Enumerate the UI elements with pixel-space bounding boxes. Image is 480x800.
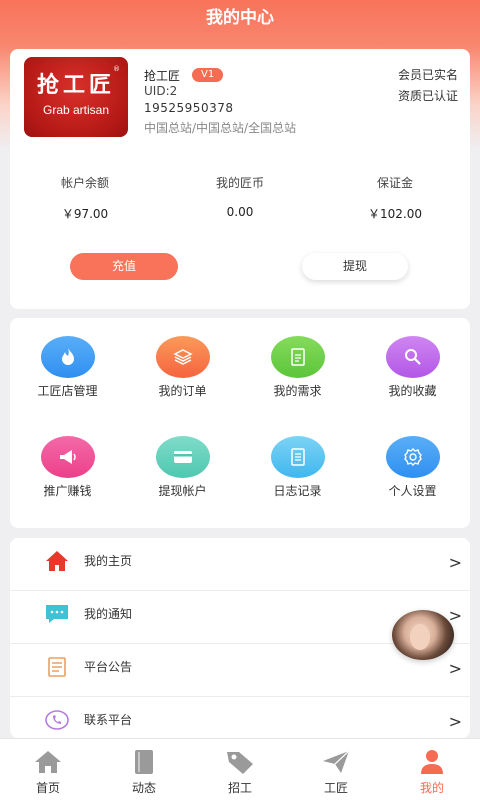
bottom-tab-bar: 首页 动态 招工 工匠 我的 xyxy=(0,738,480,800)
menu-item-label: 联系平台 xyxy=(84,713,133,727)
tab-mine[interactable]: 我的 xyxy=(384,739,480,800)
brand-logo: 抢工匠 ® Grab artisan xyxy=(24,57,128,137)
feature-grid: 工匠店管理 我的订单 我的需求 我的收藏 推广赚钱 提现帐户 日志记录 个人设置 xyxy=(10,318,470,528)
profile-card: 抢工匠 ® Grab artisan 抢工匠 V1 UID:2 19525950… xyxy=(10,49,470,309)
grid-item-label: 推广赚钱 xyxy=(43,484,92,498)
page-title: 我的中心 xyxy=(206,8,274,28)
profile-name: 抢工匠 xyxy=(144,69,181,83)
chevron-right-icon: > xyxy=(448,553,462,572)
menu-item-contact[interactable]: 联系平台 > xyxy=(10,697,470,738)
withdraw-button[interactable]: 提现 xyxy=(302,253,408,280)
chevron-right-icon: > xyxy=(448,606,462,625)
stat-value: ￥97.00 xyxy=(61,207,109,221)
menu-item-label: 平台公告 xyxy=(84,660,133,674)
profile-station: 中国总站/中国总站/全国总站 xyxy=(144,121,297,135)
floating-support-avatar[interactable] xyxy=(392,610,454,660)
grid-item-store-management[interactable]: 工匠店管理 xyxy=(10,336,125,399)
log-icon xyxy=(270,436,325,478)
phone-icon xyxy=(44,707,70,733)
home-icon xyxy=(0,747,96,777)
send-icon xyxy=(288,747,384,777)
tab-hiring[interactable]: 招工 xyxy=(192,739,288,800)
chevron-right-icon: > xyxy=(448,712,462,731)
tab-feed[interactable]: 动态 xyxy=(96,739,192,800)
grid-item-label: 我的订单 xyxy=(158,384,207,398)
notice-icon xyxy=(44,654,70,680)
card-icon xyxy=(155,436,210,478)
grid-item-withdraw-account[interactable]: 提现帐户 xyxy=(125,436,240,499)
grid-item-orders[interactable]: 我的订单 xyxy=(125,336,240,399)
qualification-status: 资质已认证 xyxy=(397,89,458,103)
tab-label: 首页 xyxy=(35,781,60,795)
stat-label: 我的匠币 xyxy=(215,176,264,190)
tag-icon xyxy=(192,747,288,777)
tab-label: 工匠 xyxy=(323,781,348,795)
stat-label: 保证金 xyxy=(376,176,413,190)
grid-item-favorites[interactable]: 我的收藏 xyxy=(355,336,470,399)
stat-value: ￥102.00 xyxy=(368,207,422,221)
grid-item-promote[interactable]: 推广赚钱 xyxy=(10,436,125,499)
tab-artisans[interactable]: 工匠 xyxy=(288,739,384,800)
grid-item-label: 我的需求 xyxy=(273,384,322,398)
logo-registered-mark: ® xyxy=(113,65,120,73)
menu-item-homepage[interactable]: 我的主页 > xyxy=(10,538,470,591)
fire-icon xyxy=(40,336,95,378)
tab-home[interactable]: 首页 xyxy=(0,739,96,800)
grid-item-label: 我的收藏 xyxy=(388,384,437,398)
grid-item-logs[interactable]: 日志记录 xyxy=(240,436,355,499)
grid-item-label: 工匠店管理 xyxy=(37,384,98,398)
chevron-right-icon: > xyxy=(448,659,462,678)
profile-uid: UID:2 xyxy=(144,84,178,98)
grid-item-settings[interactable]: 个人设置 xyxy=(355,436,470,499)
home-icon xyxy=(44,548,70,574)
layers-icon xyxy=(155,336,210,378)
book-icon xyxy=(96,747,192,777)
stat-coins[interactable]: 我的匠币 0.00 xyxy=(165,174,315,219)
grid-item-label: 提现帐户 xyxy=(158,484,207,498)
avatar-face xyxy=(410,624,430,650)
user-icon xyxy=(384,747,480,777)
megaphone-icon xyxy=(40,436,95,478)
tab-label: 招工 xyxy=(227,781,252,795)
stat-label: 帐户余额 xyxy=(60,176,109,190)
search-icon xyxy=(385,336,440,378)
level-badge: V1 xyxy=(192,68,224,82)
grid-item-label: 个人设置 xyxy=(388,484,437,498)
member-status: 会员已实名 xyxy=(397,68,458,82)
stat-deposit[interactable]: 保证金 ￥102.00 xyxy=(320,174,470,222)
message-icon xyxy=(44,601,70,627)
recharge-button[interactable]: 充值 xyxy=(70,253,178,280)
gear-icon xyxy=(385,436,440,478)
grid-item-needs[interactable]: 我的需求 xyxy=(240,336,355,399)
grid-item-label: 日志记录 xyxy=(273,484,322,498)
menu-item-label: 我的主页 xyxy=(84,554,133,568)
tab-label: 动态 xyxy=(131,781,156,795)
profile-phone: 19525950378 xyxy=(144,101,234,115)
stat-balance[interactable]: 帐户余额 ￥97.00 xyxy=(10,174,160,222)
tab-label: 我的 xyxy=(419,781,444,795)
stat-value: 0.00 xyxy=(226,205,254,219)
menu-item-label: 我的通知 xyxy=(84,607,133,621)
logo-english-text: Grab artisan xyxy=(42,103,110,117)
document-icon xyxy=(270,336,325,378)
